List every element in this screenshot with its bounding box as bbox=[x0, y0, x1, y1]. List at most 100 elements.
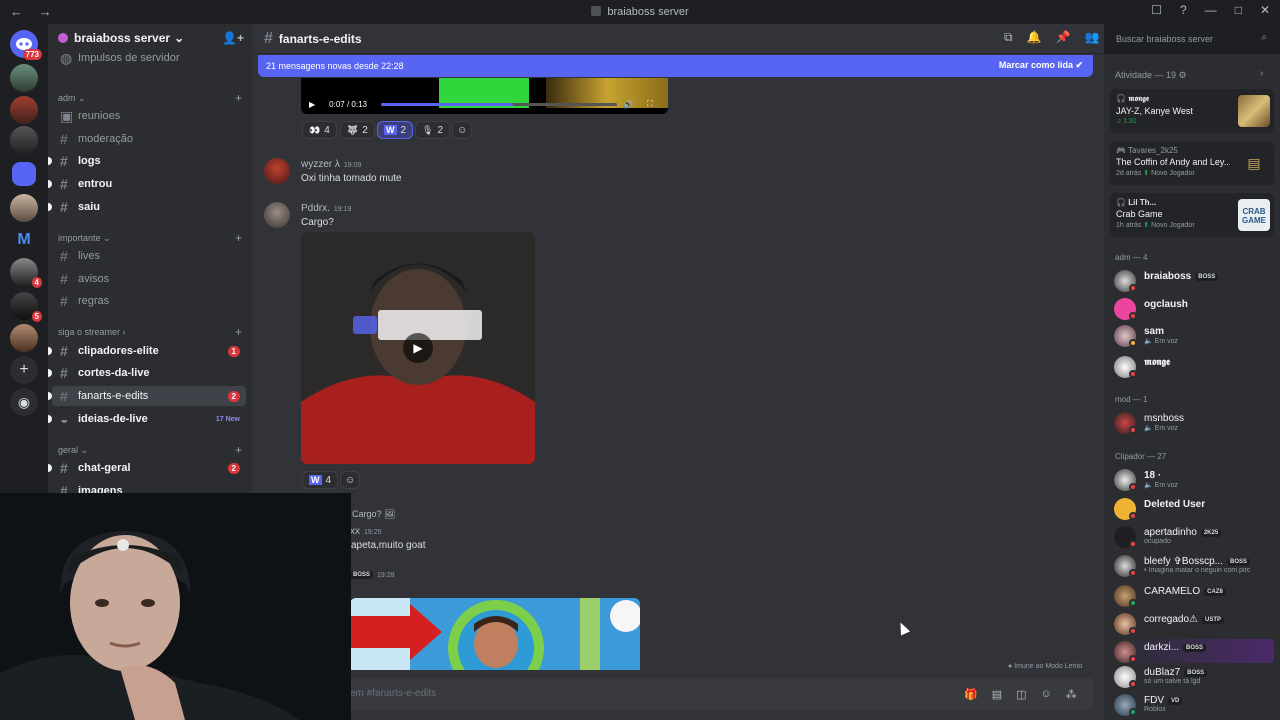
channel-fanarts-e-edits[interactable]: # fanarts-e-edits 2 bbox=[48, 386, 246, 406]
pin-icon[interactable]: 📌 bbox=[1056, 30, 1071, 45]
member-item[interactable]: darkzi... BOSS bbox=[1114, 639, 1274, 663]
category-importante[interactable]: importante ⌄ + bbox=[58, 231, 242, 245]
timestamp: 19:25 bbox=[364, 529, 382, 536]
threads-icon[interactable]: ⧉ bbox=[1004, 30, 1013, 45]
inbox-icon[interactable]: ☐ bbox=[1151, 3, 1162, 17]
minimize-button[interactable]: — bbox=[1205, 3, 1217, 17]
channel-clipadores-elite[interactable]: # clipadores-elite 1 bbox=[48, 341, 246, 361]
member-item[interactable]: Deleted User bbox=[1114, 496, 1274, 520]
channel-regras[interactable]: # regras bbox=[52, 291, 246, 311]
channel-chat-geral[interactable]: # chat-geral 2 bbox=[48, 458, 246, 478]
member-item[interactable]: apertadinho 2K25 ocupado bbox=[1114, 524, 1274, 548]
add-channel-icon[interactable]: + bbox=[235, 325, 242, 339]
add-channel-icon[interactable]: + bbox=[235, 91, 242, 105]
channel-moderacao[interactable]: # moderação bbox=[52, 129, 246, 149]
play-icon[interactable]: ▶ bbox=[309, 100, 315, 109]
help-icon[interactable]: ? bbox=[1180, 3, 1187, 17]
add-reaction-button[interactable]: ☺ bbox=[452, 121, 473, 139]
channel-ideias-de-live[interactable]: ◒ ideias-de-live 17 New bbox=[48, 409, 246, 429]
play-icon[interactable]: ▶ bbox=[403, 333, 433, 363]
mark-as-read-button[interactable]: Marcar como lida ✔ bbox=[999, 60, 1083, 71]
category-adm[interactable]: adm ⌄ + bbox=[58, 91, 242, 105]
fullscreen-icon[interactable]: ⛶ bbox=[647, 99, 653, 109]
member-item[interactable]: 𝖒𝖔𝖓𝖌𝖊 bbox=[1114, 354, 1274, 378]
search-input[interactable]: Buscar braiaboss server ⌕ bbox=[1110, 30, 1272, 48]
gift-icon[interactable]: 🎁 bbox=[964, 688, 978, 701]
maximize-button[interactable]: □ bbox=[1235, 3, 1242, 17]
add-channel-icon[interactable]: + bbox=[235, 231, 242, 245]
add-reaction-button[interactable]: ☺ bbox=[340, 471, 361, 489]
server-icon-4[interactable] bbox=[10, 194, 38, 222]
reaction-w[interactable]: W2 bbox=[377, 121, 414, 139]
apps-icon[interactable]: ⁂ bbox=[1066, 688, 1077, 701]
server-icon-6[interactable]: 5 bbox=[10, 292, 42, 322]
server-icon-5[interactable]: 4 bbox=[10, 258, 42, 288]
channel-logs[interactable]: # logs bbox=[48, 151, 246, 171]
video-progress[interactable] bbox=[381, 103, 617, 106]
slowmode-text: Imune ao Modo Lento bbox=[1014, 663, 1083, 670]
add-channel-icon[interactable]: + bbox=[235, 443, 242, 457]
member-item[interactable]: msnboss 🔈 Em voz bbox=[1114, 410, 1274, 434]
member-item[interactable]: corregado⚠ USTP bbox=[1114, 611, 1274, 635]
channel-title: fanarts-e-edits bbox=[278, 31, 362, 46]
video-attachment[interactable]: ▶ bbox=[301, 232, 535, 464]
activity-meta: 2d atrás bbox=[1116, 170, 1142, 177]
close-button[interactable]: ✕ bbox=[1260, 3, 1270, 17]
member-item[interactable]: FDV VD Roblox bbox=[1114, 692, 1274, 716]
member-item[interactable]: CARAMELO CAZ8 bbox=[1114, 583, 1274, 607]
role-tag: BOSS bbox=[1195, 273, 1219, 281]
member-item[interactable]: duBlaz7 BOSS só um salve tá lgd bbox=[1114, 664, 1274, 688]
home-button[interactable]: 773 bbox=[10, 30, 42, 60]
discover-icon[interactable]: ◉ bbox=[10, 388, 38, 416]
member-item[interactable]: 18 · 🔈 Em voz bbox=[1114, 467, 1274, 491]
unread-indicator bbox=[48, 415, 52, 423]
category-siga[interactable]: siga o streamer › + bbox=[58, 325, 242, 339]
members-icon[interactable]: 👥 bbox=[1084, 30, 1099, 45]
channel-entrou[interactable]: # entrou bbox=[48, 174, 246, 194]
member-item[interactable]: ogclaush bbox=[1114, 296, 1274, 320]
server-icon-m[interactable]: M bbox=[10, 226, 38, 254]
reaction-w[interactable]: W4 bbox=[302, 471, 339, 489]
channel-cortes-da-live[interactable]: # cortes-da-live bbox=[48, 363, 246, 383]
avatar[interactable] bbox=[264, 158, 290, 184]
member-item[interactable]: braiaboss BOSS bbox=[1114, 268, 1274, 292]
message-author[interactable]: BOSS 19:28 bbox=[350, 569, 395, 580]
activity-header[interactable]: Atividade — 19 ⚙ bbox=[1115, 70, 1187, 81]
server-icon-7[interactable] bbox=[10, 324, 38, 352]
server-icon-3[interactable] bbox=[10, 126, 38, 154]
channel-saiu[interactable]: # saiu bbox=[48, 197, 246, 217]
channel-lives[interactable]: # lives bbox=[52, 246, 246, 266]
server-icon-1[interactable] bbox=[10, 64, 38, 92]
channel-avisos[interactable]: # avisos bbox=[52, 269, 246, 289]
reaction-mic[interactable]: 🎙 2 bbox=[415, 121, 450, 139]
reply-preview[interactable]: Cargo? 🖼 bbox=[352, 509, 395, 520]
activity-card[interactable]: 🎮 Tavares_2k25 The Coffin of Andy and Le… bbox=[1110, 141, 1274, 185]
reaction-wolf[interactable]: 🐺 2 bbox=[340, 121, 375, 139]
category-geral[interactable]: geral ⌄ + bbox=[58, 443, 242, 457]
reaction-eyes[interactable]: 👀 4 bbox=[302, 121, 337, 139]
video-player[interactable]: ▶ 0:07 / 0:13 🔊 ⛶ bbox=[301, 78, 668, 114]
member-item[interactable]: sam 🔈 Em voz bbox=[1114, 323, 1274, 347]
activity-card[interactable]: 🎧 𝖒𝖔𝖓𝖌𝖊 JAY-Z, Kanye West ♫ 1:31 bbox=[1110, 89, 1274, 133]
invite-icon[interactable]: 👤+ bbox=[222, 31, 244, 45]
emoji-icon[interactable]: ☺ bbox=[1041, 688, 1052, 701]
message-author[interactable]: wyzzer λ 19:09 bbox=[301, 159, 361, 170]
add-server-icon[interactable]: + bbox=[10, 356, 38, 384]
server-icon-2[interactable] bbox=[10, 96, 38, 124]
message-author[interactable]: Pddrx. 19:19 bbox=[301, 203, 351, 214]
image-attachment[interactable] bbox=[350, 598, 640, 670]
new-messages-banner[interactable]: 21 mensagens novas desde 22:28 Marcar com… bbox=[258, 55, 1093, 77]
activity-card[interactable]: 🎧 Lil Th... Crab Game 1h atrás ⬆ Novo Jo… bbox=[1110, 193, 1274, 237]
avatar[interactable] bbox=[264, 202, 290, 228]
folder-icon[interactable] bbox=[12, 162, 36, 186]
voice-icon: 🔈 bbox=[1144, 425, 1153, 432]
sticker-icon[interactable]: ◫ bbox=[1016, 688, 1026, 701]
volume-icon[interactable]: 🔊 bbox=[623, 100, 633, 109]
gif-icon[interactable]: ▤ bbox=[992, 688, 1002, 701]
message-author[interactable]: xx 19:25 bbox=[350, 526, 382, 537]
member-item[interactable]: bleefy ✞Bosscp... BOSS • Imagina matar o n… bbox=[1114, 553, 1274, 577]
chevron-right-icon[interactable]: › bbox=[1260, 68, 1263, 79]
channel-reunioes[interactable]: ▣ reunioes bbox=[52, 106, 246, 126]
bell-icon[interactable]: 🔔 bbox=[1027, 30, 1042, 45]
server-boosts[interactable]: ◍ Impulsos de servidor bbox=[52, 48, 246, 68]
